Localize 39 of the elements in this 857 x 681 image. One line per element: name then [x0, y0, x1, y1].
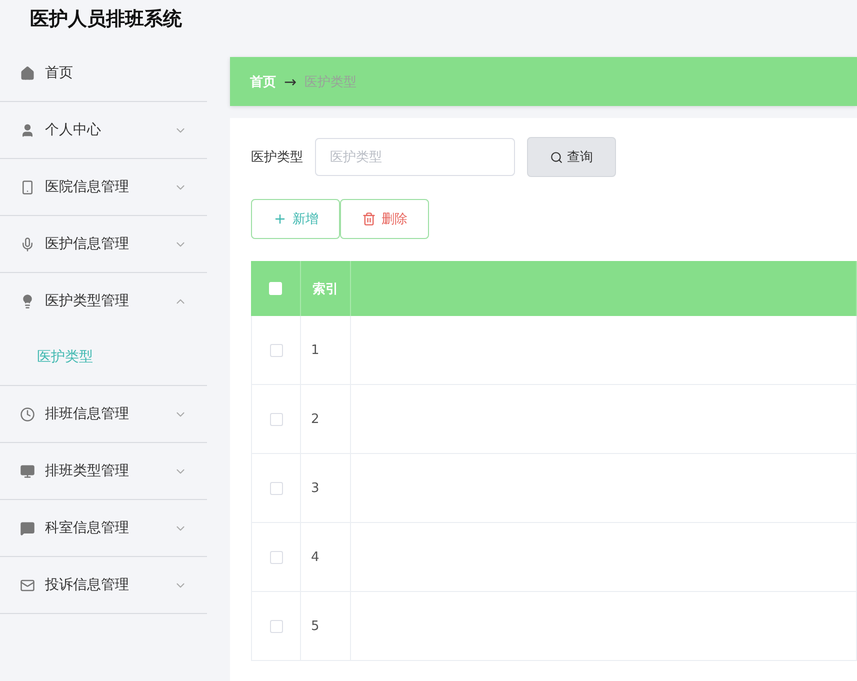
sidebar-item[interactable]: 医院信息管理: [0, 159, 207, 216]
column-header: 索引: [312, 280, 338, 298]
sidebar-item[interactable]: 排班类型管理: [0, 443, 207, 500]
table-cell: 3: [311, 480, 320, 496]
sidebar-item[interactable]: 医护类型管理: [0, 273, 207, 329]
row-checkbox[interactable]: [270, 344, 282, 356]
table-cell: 2: [311, 412, 320, 426]
table-cell: 1: [311, 342, 320, 358]
sidebar-item[interactable]: 医护信息管理: [0, 216, 207, 273]
microphone-icon: [20, 236, 35, 252]
sidebar-item[interactable]: 排班信息管理: [0, 386, 207, 443]
app-title: 医护人员排班系统: [30, 6, 182, 32]
sidebar-item[interactable]: 个人中心: [0, 102, 207, 159]
sidebar-item[interactable]: 首页: [0, 45, 207, 102]
phone-icon: [20, 180, 35, 194]
user-icon: [20, 122, 35, 138]
clock-icon: [20, 406, 35, 422]
table-cell: 4: [311, 550, 320, 564]
bulb-icon: [20, 294, 35, 308]
sidebar-item[interactable]: 科室信息管理: [0, 500, 207, 557]
monitor-icon: [20, 464, 35, 478]
home-icon: [20, 66, 35, 80]
select-all-checkbox[interactable]: [269, 282, 282, 295]
search-icon: [550, 150, 563, 164]
mail-icon: [20, 578, 35, 592]
breadcrumb-item: 医护类型: [304, 74, 357, 90]
breadcrumb-separator: →: [284, 72, 297, 90]
row-checkbox[interactable]: [270, 620, 282, 632]
trash-icon: [362, 212, 376, 226]
plus-icon: [272, 212, 286, 226]
search-button[interactable]: 查询: [527, 137, 616, 177]
search-field[interactable]: 医护类型: [315, 138, 515, 176]
search-label: 医护类型: [251, 149, 303, 166]
table-cell: 5: [311, 618, 320, 634]
chat-icon: [20, 520, 35, 536]
sidebar-item[interactable]: 投诉信息管理: [0, 557, 207, 614]
row-checkbox[interactable]: [270, 482, 282, 494]
row-checkbox[interactable]: [270, 412, 282, 426]
row-checkbox[interactable]: [270, 550, 282, 564]
